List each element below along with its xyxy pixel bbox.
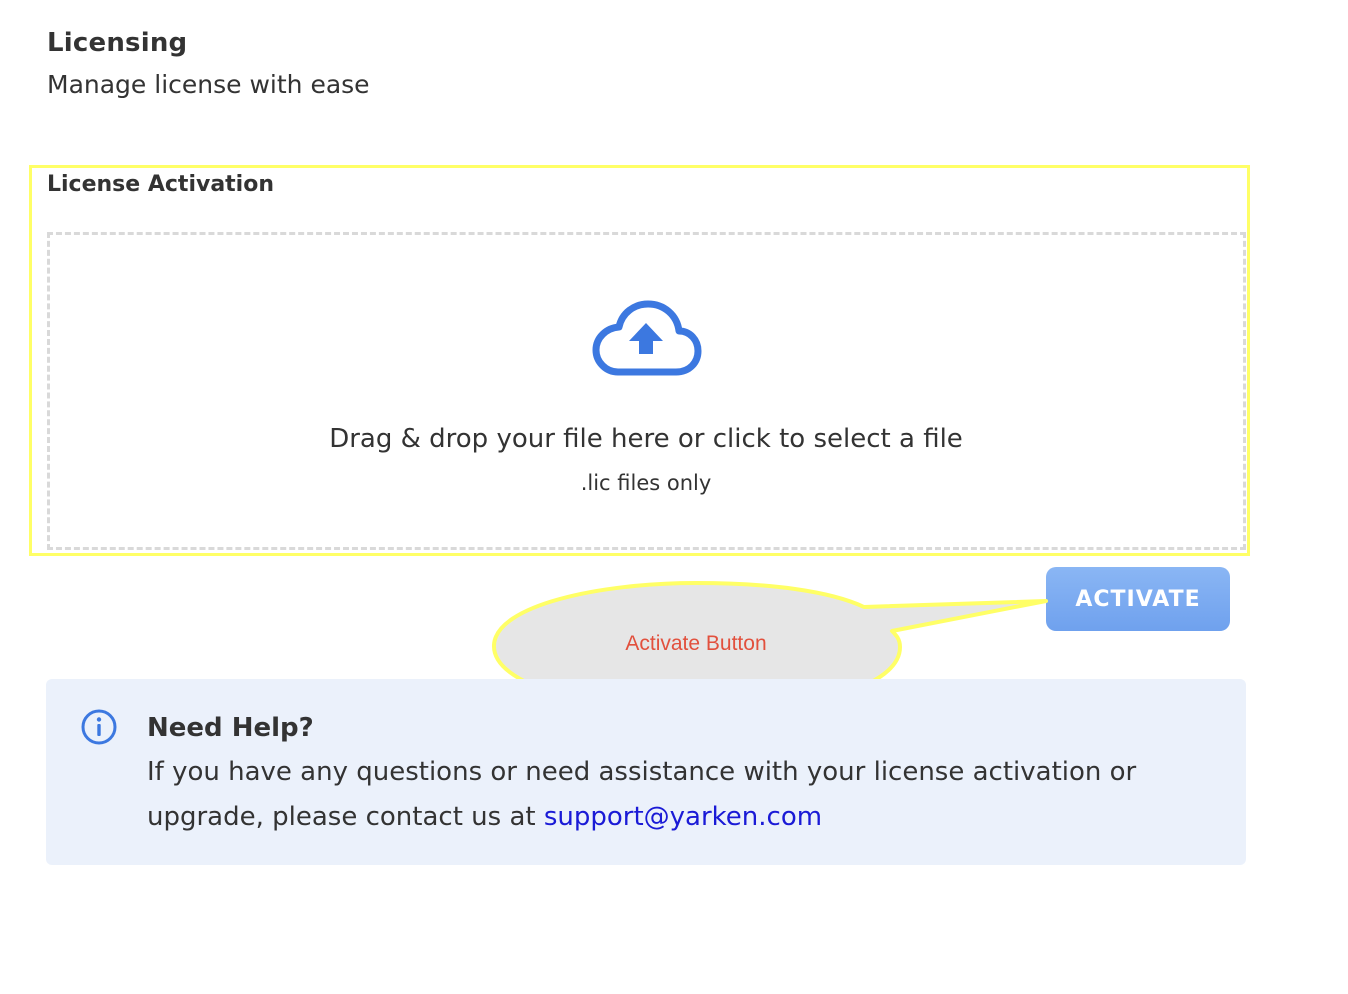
file-dropzone[interactable] bbox=[47, 232, 1246, 550]
activate-button[interactable]: ACTIVATE bbox=[1046, 567, 1230, 631]
help-text-line-1: If you have any questions or need assist… bbox=[147, 757, 1137, 787]
help-text-line-2-prefix: upgrade, please contact us at bbox=[147, 802, 544, 832]
cloud-upload-icon bbox=[592, 300, 702, 376]
help-text-line-2: upgrade, please contact us at support@ya… bbox=[147, 795, 1147, 840]
info-icon bbox=[81, 709, 117, 745]
annotation-callout-label: Activate Button bbox=[625, 632, 767, 655]
help-text: If you have any questions or need assist… bbox=[147, 750, 1147, 840]
page-subtitle: Manage license with ease bbox=[47, 70, 370, 99]
help-title: Need Help? bbox=[147, 713, 314, 743]
dropzone-instructions: Drag & drop your file here or click to s… bbox=[329, 424, 963, 454]
support-email-link[interactable]: support@yarken.com bbox=[544, 802, 822, 832]
page-title: Licensing bbox=[47, 28, 188, 58]
license-activation-title: License Activation bbox=[47, 172, 275, 197]
dropzone-file-hint: .lic files only bbox=[580, 471, 712, 495]
licensing-page: Licensing Manage license with ease Licen… bbox=[0, 0, 1348, 994]
